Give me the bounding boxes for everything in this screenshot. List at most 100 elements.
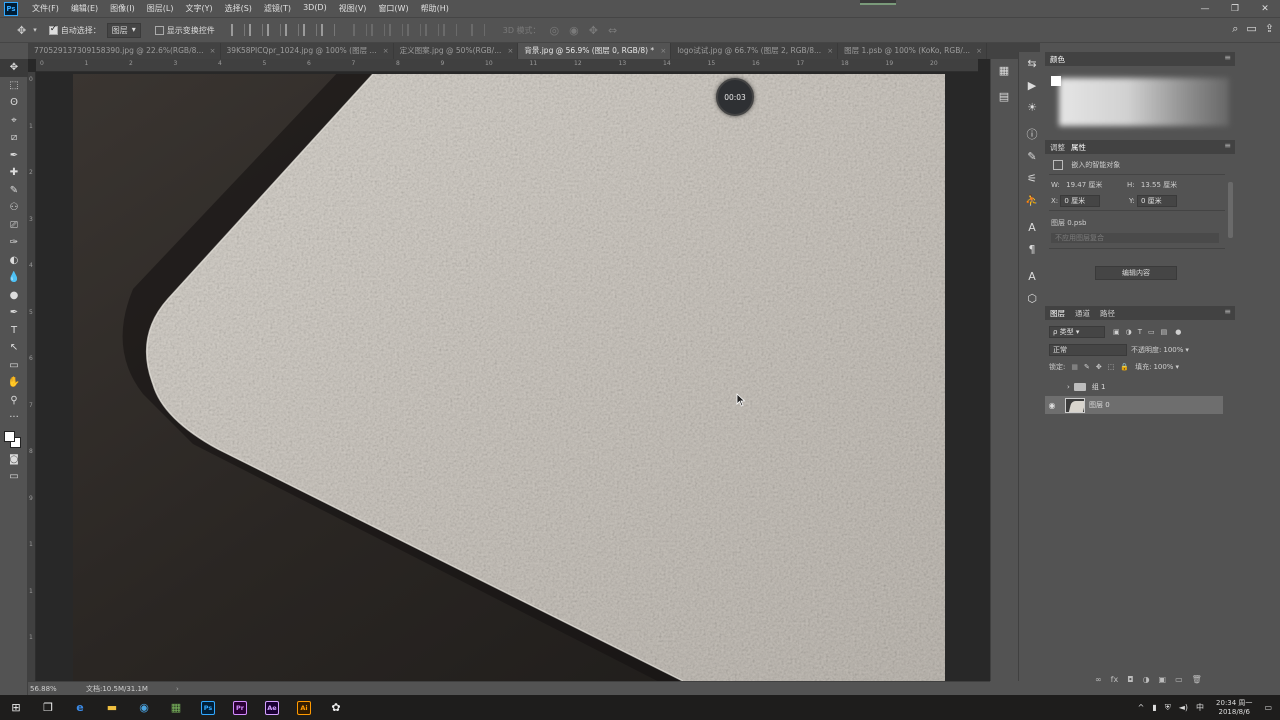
chevron-right-icon[interactable]: › xyxy=(1067,383,1070,391)
width-value[interactable]: 19.47 厘米 xyxy=(1066,181,1102,189)
distribute-hcenter-icon[interactable] xyxy=(424,24,439,36)
hand-tool-icon[interactable]: ✋ xyxy=(0,374,28,392)
adobe-app-icon[interactable]: Ai xyxy=(288,695,320,720)
app-icon[interactable]: ▦ xyxy=(160,695,192,720)
brush-panel-icon[interactable]: ✎ xyxy=(1019,145,1045,167)
panel-menu-icon[interactable]: ≡ xyxy=(1224,141,1231,150)
brightness-panel-icon[interactable]: ☀ xyxy=(1019,96,1045,118)
distribute-left-icon[interactable] xyxy=(406,24,421,36)
maximize-button[interactable]: ❐ xyxy=(1220,0,1250,17)
x-input[interactable]: 0 厘米 xyxy=(1060,195,1101,207)
menu-item[interactable]: 图层(L) xyxy=(141,3,180,14)
3d-panel-icon[interactable]: ⬡ xyxy=(1019,287,1045,309)
type-tool-icon[interactable]: T xyxy=(0,322,28,340)
color-spectrum[interactable] xyxy=(1059,78,1229,126)
menu-item[interactable]: 选择(S) xyxy=(219,3,258,14)
workspace-icon[interactable]: ▭ xyxy=(1246,22,1256,36)
color-swatches[interactable] xyxy=(0,427,28,451)
close-icon[interactable]: × xyxy=(976,43,982,59)
character-panel-icon[interactable]: A xyxy=(1019,216,1045,238)
menu-item[interactable]: 文字(Y) xyxy=(179,3,218,14)
menu-item[interactable]: 图像(I) xyxy=(104,3,141,14)
y-input[interactable]: 0 厘米 xyxy=(1136,195,1177,207)
auto-align-icon[interactable] xyxy=(470,24,485,36)
filter-smart-icon[interactable]: ▤ xyxy=(1161,328,1168,336)
clock[interactable]: 20:34 周一 2018/8/6 xyxy=(1208,699,1260,717)
adjustment-layer-icon[interactable]: ◑ xyxy=(1143,675,1150,684)
panel-menu-icon[interactable]: ≡ xyxy=(1224,307,1231,316)
volume-icon[interactable]: ◄) xyxy=(1175,703,1192,712)
align-vcenter-icon[interactable] xyxy=(248,24,263,36)
zoom-tool-icon[interactable]: ⚲ xyxy=(0,392,28,410)
mask-icon[interactable]: ◘ xyxy=(1127,675,1133,684)
status-menu-arrow[interactable]: › xyxy=(148,685,179,693)
move-tool-icon[interactable]: ✥ xyxy=(12,24,31,37)
align-top-icon[interactable] xyxy=(230,24,245,36)
new-layer-icon[interactable]: ▭ xyxy=(1175,675,1183,684)
distribute-vcenter-icon[interactable] xyxy=(370,24,385,36)
lock-transparent-icon[interactable]: ▦ xyxy=(1071,363,1078,371)
close-icon[interactable]: × xyxy=(210,43,216,59)
eyedropper-tool-icon[interactable]: ✒ xyxy=(0,147,28,165)
share-icon[interactable]: ⇪ xyxy=(1265,22,1274,36)
minimize-button[interactable]: — xyxy=(1190,0,1220,17)
document-tab[interactable]: 背景.jpg @ 56.9% (图层 0, RGB/8) * × xyxy=(518,43,672,59)
move-tool-icon[interactable]: ✥ xyxy=(0,59,28,77)
rectangle-tool-icon[interactable]: ▭ xyxy=(0,357,28,375)
close-icon[interactable]: × xyxy=(507,43,513,59)
lasso-tool-icon[interactable]: ʘ xyxy=(0,94,28,112)
close-icon[interactable]: × xyxy=(660,43,666,59)
lock-all-icon[interactable]: 🔒 xyxy=(1120,363,1129,371)
tray-expand-icon[interactable]: ^ xyxy=(1134,703,1149,712)
history-panel-icon[interactable]: ⇆ xyxy=(1019,52,1045,74)
eye-icon[interactable]: ◉ xyxy=(1045,401,1059,410)
properties-scrollbar[interactable] xyxy=(1228,182,1233,238)
distribute-bottom-icon[interactable] xyxy=(388,24,403,36)
tab-properties[interactable]: 属性 xyxy=(1071,142,1092,153)
link-layers-icon[interactable]: ∞ xyxy=(1095,675,1102,684)
filter-pixel-icon[interactable]: ▣ xyxy=(1113,328,1120,336)
edit-contents-button[interactable]: 编辑内容 xyxy=(1095,266,1177,280)
dodge-tool-icon[interactable]: ● xyxy=(0,287,28,305)
3d-roll-icon[interactable]: ◉ xyxy=(564,24,584,37)
menu-item[interactable]: 编辑(E) xyxy=(65,3,104,14)
align-hcenter-icon[interactable] xyxy=(302,24,317,36)
tab-adjustments[interactable]: 调整 xyxy=(1050,142,1071,153)
tab-paths[interactable]: 路径 xyxy=(1100,308,1121,319)
vertical-ruler[interactable]: 0 1 2 3 4 5 6 7 8 9 1 1 1 xyxy=(28,72,36,681)
layer-group-row[interactable]: › 组 1 xyxy=(1045,378,1223,396)
chevron-down-icon[interactable]: ▾ xyxy=(1175,363,1179,371)
document-tab[interactable]: 定义图案.jpg @ 50%(RGB/... × xyxy=(394,43,519,59)
fx-icon[interactable]: fx xyxy=(1111,675,1119,684)
quick-select-tool-icon[interactable]: ⌖ xyxy=(0,112,28,130)
close-button[interactable]: ✕ xyxy=(1250,0,1280,17)
distribute-top-icon[interactable] xyxy=(352,24,367,36)
blur-tool-icon[interactable]: 💧 xyxy=(0,269,28,287)
crop-tool-icon[interactable]: ⧄ xyxy=(0,129,28,147)
input-language[interactable]: 中 xyxy=(1192,702,1208,713)
clone-stamp-tool-icon[interactable]: ⚇ xyxy=(0,199,28,217)
height-value[interactable]: 13.55 厘米 xyxy=(1141,181,1177,189)
histogram-icon[interactable]: ▦ xyxy=(991,59,1017,81)
align-right-icon[interactable] xyxy=(320,24,335,36)
healing-tool-icon[interactable]: ✚ xyxy=(0,164,28,182)
path-select-tool-icon[interactable]: ↖ xyxy=(0,339,28,357)
settings-app-icon[interactable]: ✿ xyxy=(320,695,352,720)
eraser-tool-icon[interactable]: ✑ xyxy=(0,234,28,252)
distribute-right-icon[interactable] xyxy=(442,24,457,36)
lock-position-icon[interactable]: ✥ xyxy=(1096,363,1102,371)
menu-item[interactable]: 帮助(H) xyxy=(415,3,455,14)
windows-start-icon[interactable]: ⊞ xyxy=(0,695,32,720)
group-icon[interactable]: ▣ xyxy=(1159,675,1167,684)
document-tab[interactable]: logo试试.jpg @ 66.7% (图层 2, RGB/8... × xyxy=(671,43,839,59)
close-icon[interactable]: × xyxy=(827,43,833,59)
lock-artboard-icon[interactable]: ⬚ xyxy=(1108,363,1115,371)
adobe-app-icon[interactable]: Pr xyxy=(224,695,256,720)
quick-mask-icon[interactable]: ◙ xyxy=(0,451,28,469)
filter-shape-icon[interactable]: ▭ xyxy=(1148,328,1155,336)
notifications-icon[interactable]: ▭ xyxy=(1260,703,1280,712)
actions-panel-icon[interactable]: ▶ xyxy=(1019,74,1045,96)
browser-icon[interactable]: ◉ xyxy=(128,695,160,720)
auto-select-checkbox[interactable] xyxy=(48,24,58,35)
info-panel-icon[interactable]: ⓘ xyxy=(1019,123,1045,145)
